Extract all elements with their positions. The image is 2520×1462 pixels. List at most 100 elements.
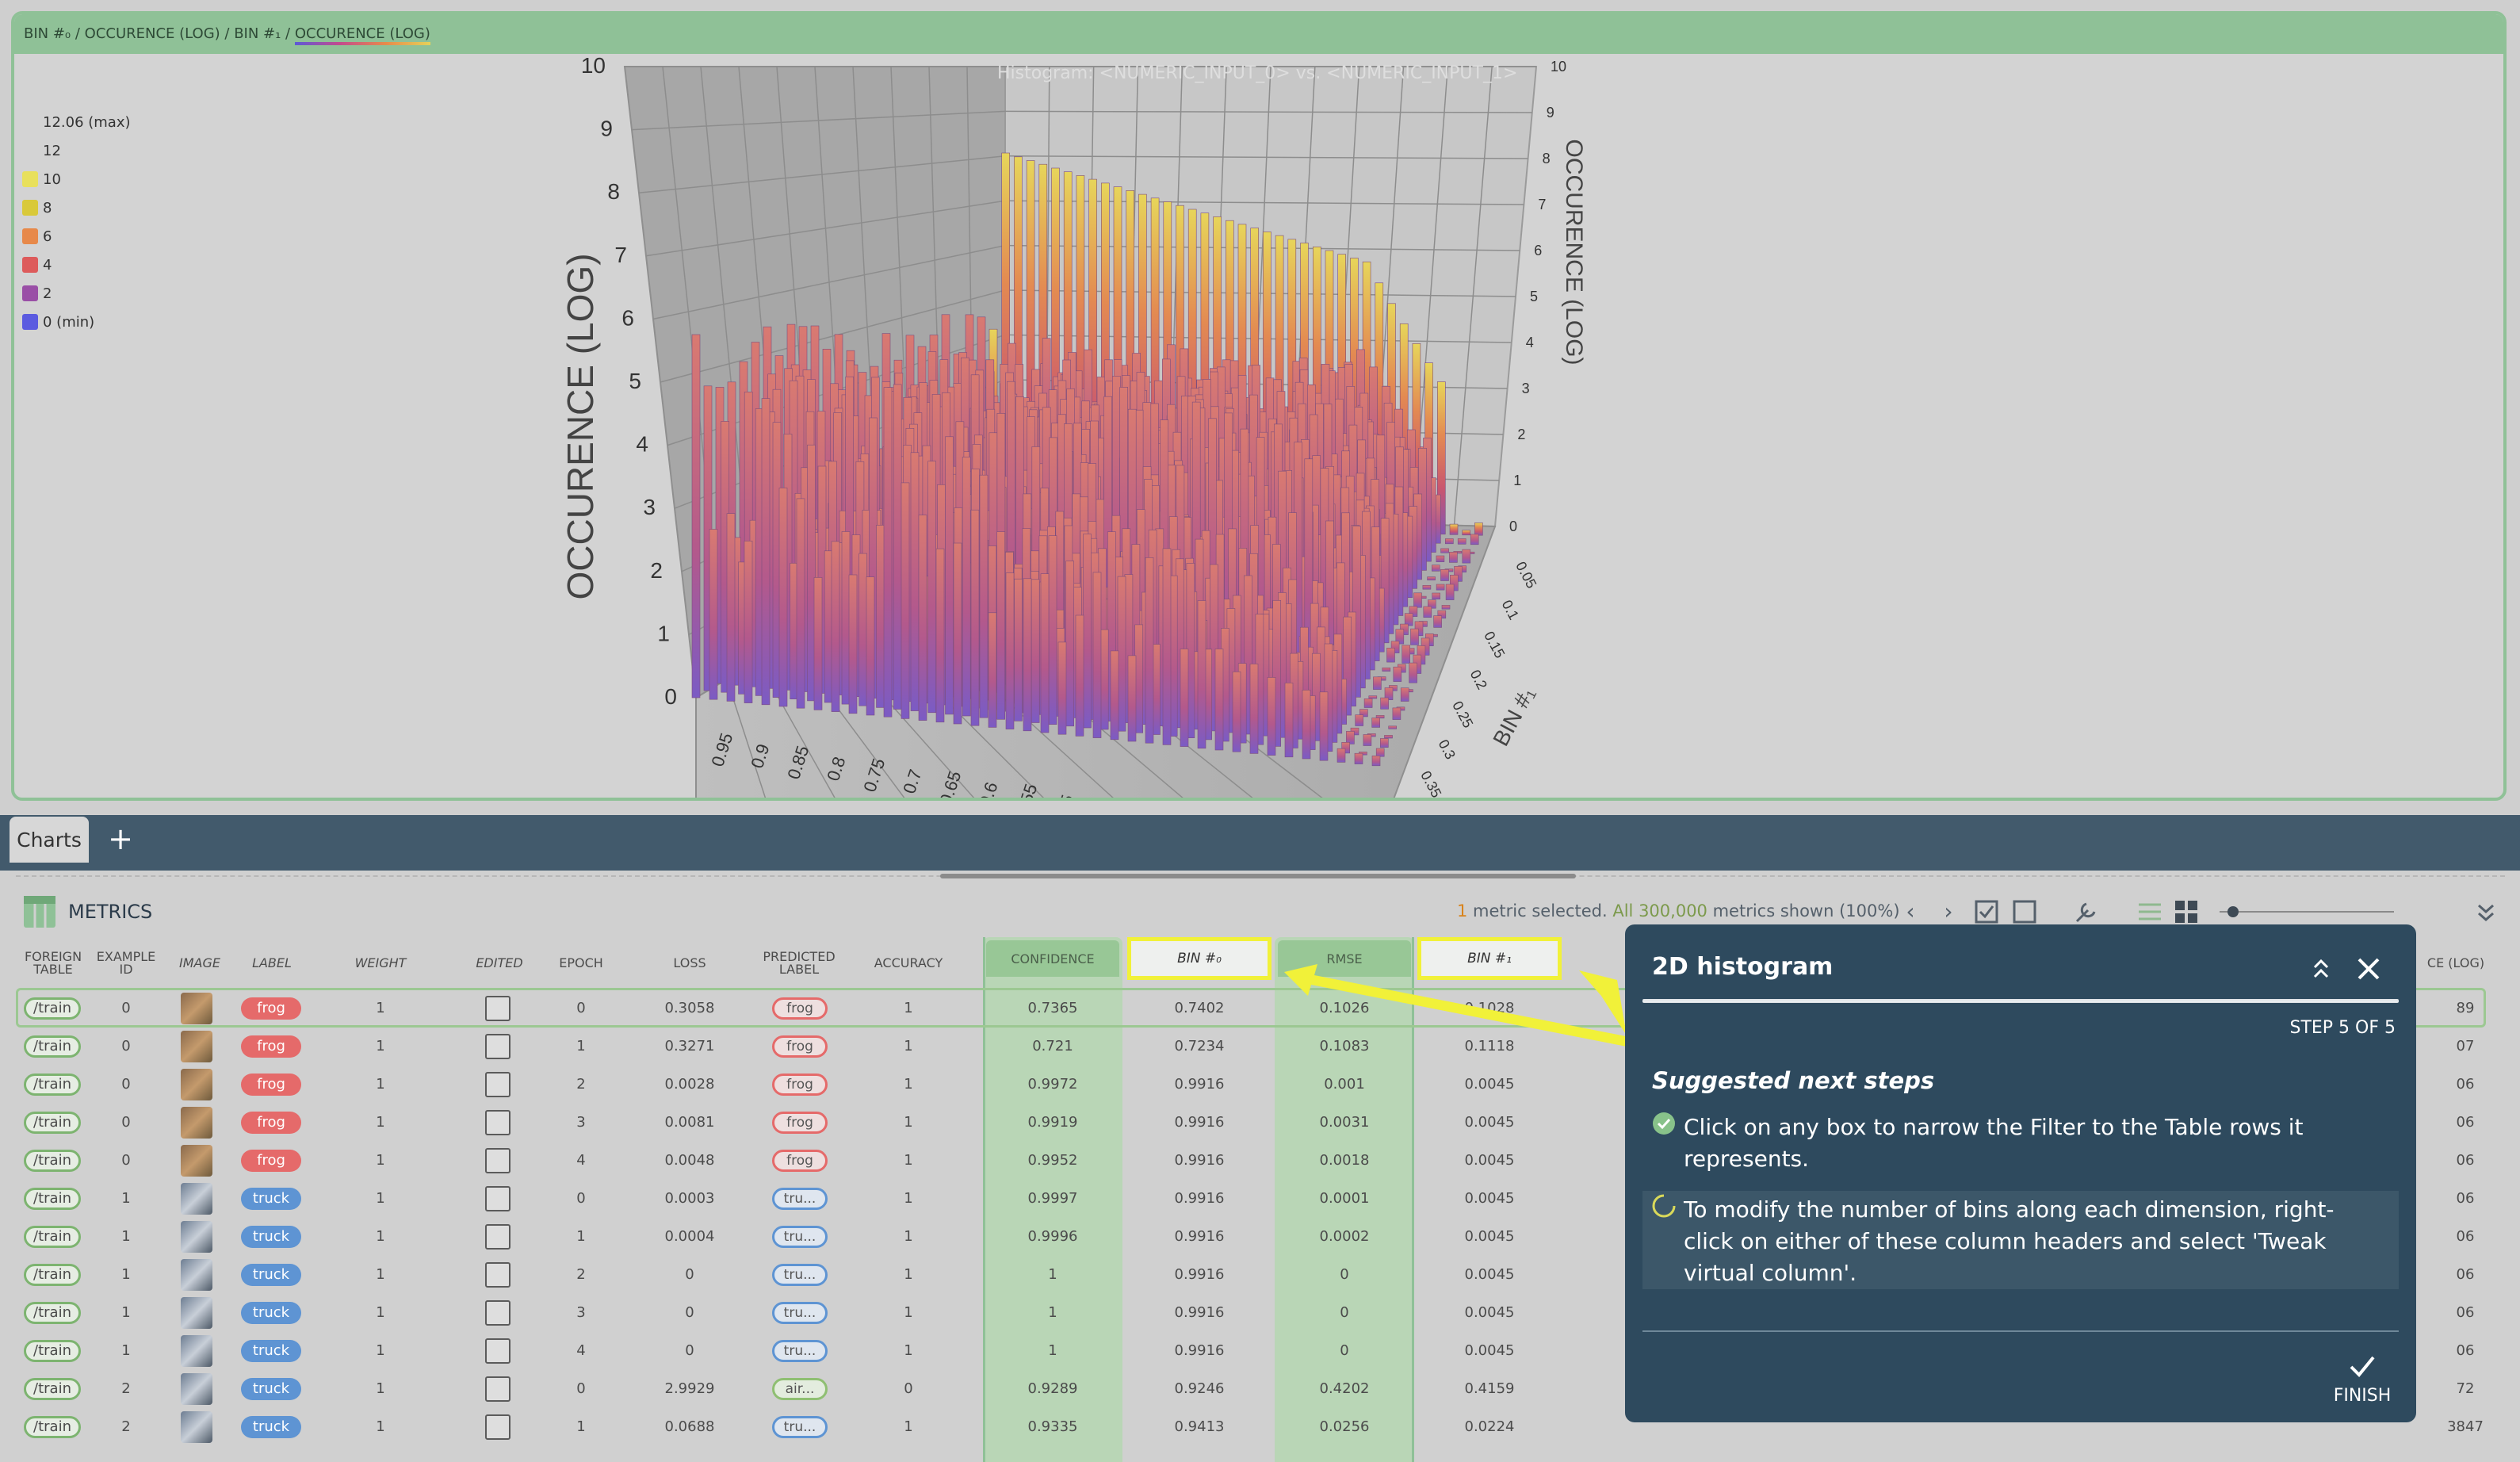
predicted-label-badge[interactable]: frog	[772, 1035, 828, 1058]
predicted-label-badge[interactable]: tru...	[772, 1264, 828, 1286]
example-image-thumbnail[interactable]	[181, 1335, 212, 1367]
histogram-bar[interactable]	[1423, 606, 1432, 618]
example-image-thumbnail[interactable]	[181, 993, 212, 1024]
predicted-label-badge[interactable]: frog	[772, 1150, 828, 1172]
edited-checkbox[interactable]	[485, 1072, 511, 1097]
histogram-bar[interactable]	[1371, 755, 1381, 767]
col-predicted-label[interactable]: PREDICTED LABEL	[758, 945, 840, 982]
histogram-bar[interactable]	[1005, 572, 1015, 729]
histogram-bar[interactable]	[1380, 697, 1389, 710]
histogram-bar[interactable]	[1057, 641, 1067, 735]
zoom-slider-track[interactable]	[2220, 911, 2394, 913]
histogram-bar[interactable]	[1099, 629, 1109, 730]
label-badge[interactable]: truck	[241, 1302, 301, 1324]
edited-checkbox[interactable]	[485, 1110, 511, 1135]
panel-resize-handle[interactable]	[940, 874, 1576, 878]
histogram-bar[interactable]	[1355, 714, 1363, 726]
histogram-bar[interactable]	[726, 513, 736, 702]
edited-checkbox[interactable]	[485, 1262, 511, 1288]
histogram-bar[interactable]	[1449, 523, 1459, 535]
wrench-icon[interactable]	[2071, 897, 2099, 926]
histogram-bar[interactable]	[910, 452, 920, 711]
histogram-bar[interactable]	[988, 612, 997, 728]
example-image-thumbnail[interactable]	[181, 1107, 212, 1139]
histogram-bar[interactable]	[918, 515, 927, 721]
histogram-bar[interactable]	[858, 553, 867, 706]
histogram-bar[interactable]	[1319, 691, 1329, 761]
histogram-bar[interactable]	[796, 498, 805, 709]
foreign-table-link[interactable]: /train	[24, 1035, 81, 1058]
finish-button[interactable]: FINISH	[2323, 1353, 2402, 1410]
histogram-bar[interactable]	[1445, 538, 1454, 545]
histogram-bar[interactable]	[927, 461, 936, 714]
histogram-bar[interactable]	[1023, 578, 1032, 732]
histogram-bar[interactable]	[1384, 735, 1393, 739]
histogram-bar[interactable]	[1449, 551, 1458, 563]
predicted-label-badge[interactable]: frog	[772, 997, 828, 1020]
histogram-bar[interactable]	[1445, 584, 1455, 600]
breadcrumb[interactable]: BIN #₀ / OCCURENCE (LOG) / BIN #₁ / OCCU…	[24, 25, 430, 45]
example-image-thumbnail[interactable]	[181, 1373, 212, 1405]
histogram-bar[interactable]	[691, 334, 701, 698]
histogram-bar[interactable]	[1392, 707, 1401, 720]
foreign-table-link[interactable]: /train	[24, 1264, 81, 1286]
foreign-table-link[interactable]: /train	[24, 1150, 81, 1172]
histogram-bar[interactable]	[935, 548, 945, 723]
histogram-bar[interactable]	[848, 574, 858, 714]
histogram-3d-plot[interactable]: 0123456789100123456789100.95 0.9 0.85 0.8 0.…	[14, 54, 2503, 799]
histogram-bar[interactable]	[1371, 718, 1380, 728]
predicted-label-badge[interactable]: tru...	[772, 1226, 828, 1248]
histogram-bar[interactable]	[1127, 655, 1137, 742]
edited-checkbox[interactable]	[485, 1148, 511, 1173]
label-badge[interactable]: truck	[241, 1340, 301, 1362]
example-image-thumbnail[interactable]	[181, 1297, 212, 1329]
label-badge[interactable]: truck	[241, 1378, 301, 1400]
tab-charts[interactable]: Charts	[10, 817, 89, 863]
histogram-bar[interactable]	[901, 482, 910, 719]
histogram-bar[interactable]	[1441, 605, 1451, 610]
histogram-bar[interactable]	[1048, 535, 1057, 725]
collapse-icon[interactable]	[2305, 953, 2337, 985]
histogram-bar[interactable]	[1092, 572, 1102, 738]
edited-checkbox[interactable]	[485, 1376, 511, 1402]
breadcrumb-path[interactable]: BIN #₀ / OCCURENCE (LOG) / BIN #₁ /	[24, 25, 295, 42]
histogram-bar[interactable]	[1432, 592, 1440, 599]
label-badge[interactable]: truck	[241, 1188, 301, 1210]
edited-checkbox[interactable]	[485, 1300, 511, 1326]
deselect-checkbox-icon[interactable]	[2010, 897, 2039, 926]
breadcrumb-current[interactable]: OCCURENCE (LOG)	[294, 25, 430, 45]
col-weight[interactable]: WEIGHT	[341, 945, 420, 982]
grid-view-icon[interactable]	[2172, 897, 2201, 926]
histogram-bar[interactable]	[953, 542, 962, 725]
list-view-icon[interactable]	[2136, 897, 2164, 926]
label-badge[interactable]: truck	[241, 1226, 301, 1248]
histogram-bar[interactable]	[996, 531, 1005, 720]
histogram-bar[interactable]	[1075, 614, 1084, 737]
histogram-bar[interactable]	[1214, 649, 1224, 751]
histogram-bar[interactable]	[831, 541, 840, 712]
zoom-slider-handle[interactable]	[2227, 906, 2239, 917]
edited-checkbox[interactable]	[485, 1186, 511, 1211]
histogram-bar[interactable]	[1145, 557, 1154, 744]
histogram-bar[interactable]	[1457, 538, 1466, 545]
histogram-bar[interactable]	[1249, 664, 1259, 754]
histogram-bar[interactable]	[1440, 568, 1449, 581]
col-bin0[interactable]: BIN #₀	[1127, 937, 1271, 980]
histogram-bar[interactable]	[866, 576, 875, 716]
histogram-bar[interactable]	[709, 529, 718, 700]
histogram-bar[interactable]	[1410, 628, 1419, 645]
foreign-table-link[interactable]: /train	[24, 997, 81, 1020]
predicted-label-badge[interactable]: tru...	[772, 1340, 828, 1362]
col-loss[interactable]: LOSS	[650, 945, 729, 982]
edited-checkbox[interactable]	[485, 1224, 511, 1250]
histogram-bar[interactable]	[1401, 645, 1410, 664]
histogram-bar[interactable]	[1117, 576, 1126, 732]
predicted-label-badge[interactable]: tru...	[772, 1416, 828, 1438]
chevron-left-icon[interactable]: ‹	[1896, 897, 1925, 926]
foreign-table-link[interactable]: /train	[24, 1340, 81, 1362]
histogram-bar[interactable]	[1368, 695, 1378, 699]
histogram-bar[interactable]	[1388, 725, 1397, 729]
histogram-bar[interactable]	[1180, 649, 1189, 747]
histogram-bar[interactable]	[1197, 600, 1206, 749]
add-tab-button[interactable]: +	[106, 824, 135, 854]
